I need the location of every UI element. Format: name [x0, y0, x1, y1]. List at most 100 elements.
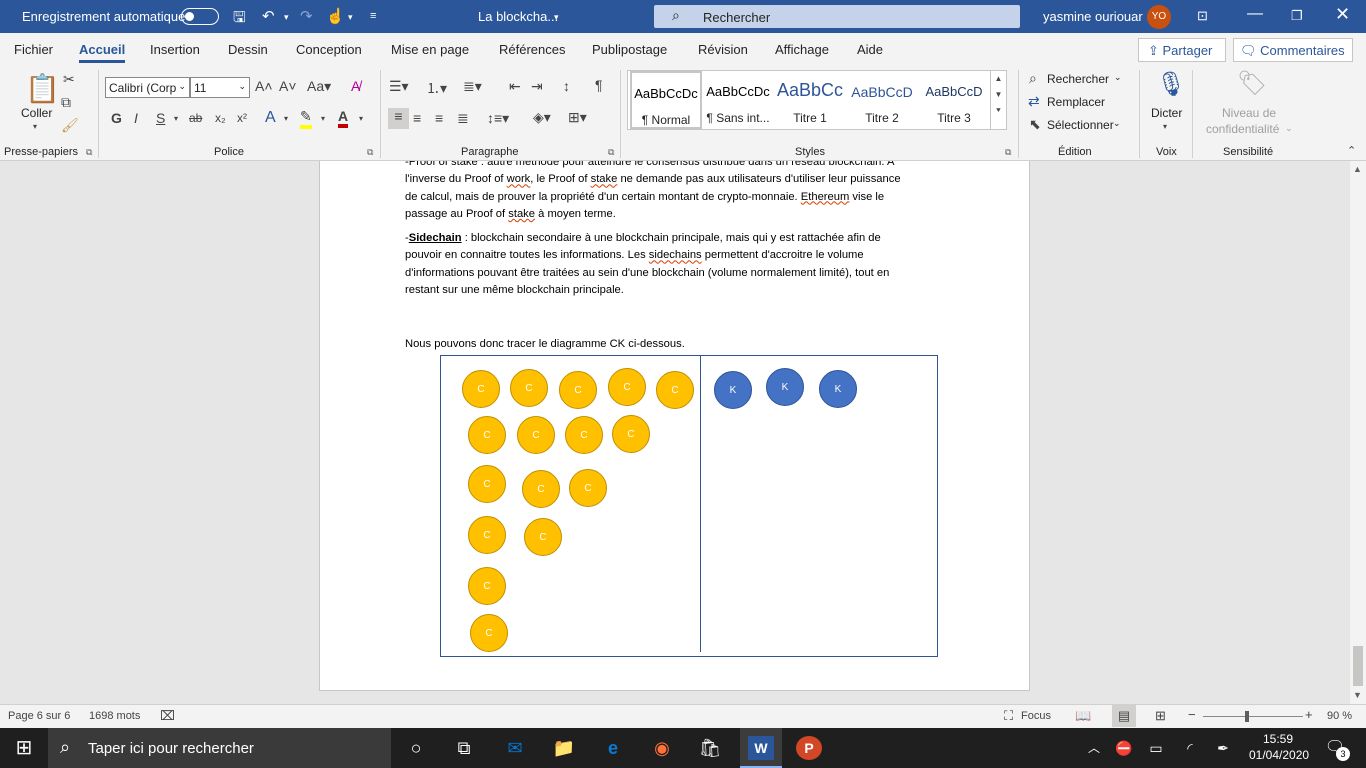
spelling-flag[interactable]: stake: [591, 173, 618, 185]
clipboard-launcher-icon[interactable]: ⧉: [86, 147, 92, 158]
font-size-combo[interactable]: 11 ⌄: [190, 77, 250, 98]
font-launcher-icon[interactable]: ⧉: [367, 147, 373, 158]
tab-conception[interactable]: Conception: [296, 42, 362, 57]
c-circle[interactable]: C: [468, 416, 506, 454]
underline-dropdown-icon[interactable]: ▾: [174, 114, 178, 123]
paragraph-proof-of-stake[interactable]: -Proof of stake : autre méthode pour att…: [405, 161, 945, 223]
c-circle[interactable]: C: [510, 369, 548, 407]
title-dropdown-icon[interactable]: ▾: [554, 12, 559, 23]
web-layout-icon[interactable]: ⊞: [1155, 708, 1166, 724]
focus-label[interactable]: Focus: [1021, 710, 1051, 722]
format-painter-icon[interactable]: 🖌: [61, 117, 79, 134]
wifi-icon[interactable]: ◜: [1177, 736, 1203, 760]
dictate-dropdown-icon[interactable]: ▾: [1163, 122, 1167, 131]
tray-chevron-icon[interactable]: ︿: [1081, 736, 1107, 760]
c-circle[interactable]: C: [569, 469, 607, 507]
microphone-icon[interactable]: 🎙: [1156, 70, 1186, 99]
close-icon[interactable]: ✕: [1335, 4, 1350, 25]
document-page[interactable]: -Proof of stake : autre méthode pour att…: [319, 161, 1030, 691]
spelling-flag[interactable]: sidechains: [649, 249, 702, 261]
italic-icon[interactable]: I: [134, 110, 138, 126]
undo-icon[interactable]: ↶: [262, 7, 275, 25]
document-canvas[interactable]: -Proof of stake : autre méthode pour att…: [0, 161, 1350, 704]
save-icon[interactable]: 🖫: [233, 7, 246, 32]
zoom-slider-thumb[interactable]: [1245, 711, 1249, 722]
page-indicator[interactable]: Page 6 sur 6: [8, 710, 70, 722]
align-center-icon[interactable]: ≡: [413, 110, 421, 126]
change-case-icon[interactable]: Aa▾: [307, 78, 331, 95]
style-heading1[interactable]: AaBbCc Titre 1: [774, 71, 846, 129]
paragraph-diagram-intro[interactable]: Nous pouvons donc tracer le diagramme CK…: [405, 336, 945, 353]
styles-scrollbar[interactable]: ▲ ▼ ⯆: [990, 71, 1006, 129]
c-circle[interactable]: C: [559, 371, 597, 409]
paragraph-sidechain[interactable]: -Sidechain : blockchain secondaire à une…: [405, 230, 945, 299]
tab-accueil[interactable]: Accueil: [79, 42, 126, 63]
zoom-level[interactable]: 90 %: [1327, 710, 1352, 722]
zoom-in-icon[interactable]: +: [1305, 707, 1313, 722]
tab-revision[interactable]: Révision: [698, 42, 748, 57]
font-color-icon[interactable]: A: [338, 108, 349, 128]
justify-icon[interactable]: ≣: [457, 110, 469, 127]
scroll-thumb[interactable]: [1353, 646, 1363, 686]
tab-insertion[interactable]: Insertion: [150, 42, 200, 57]
find-label[interactable]: Rechercher: [1047, 72, 1109, 86]
style-heading2[interactable]: AaBbCcD Titre 2: [846, 71, 918, 129]
multilevel-list-icon[interactable]: ≣▾: [463, 78, 482, 95]
align-left-icon[interactable]: ≡: [388, 108, 409, 129]
shrink-font-icon[interactable]: A˅: [279, 78, 297, 94]
system-clock[interactable]: 15:59 01/04/2020: [1249, 731, 1309, 763]
increase-indent-icon[interactable]: ⇥: [531, 78, 543, 95]
zoom-out-icon[interactable]: −: [1188, 707, 1196, 722]
paragraph-launcher-icon[interactable]: ⧉: [608, 147, 614, 158]
k-circle[interactable]: K: [766, 368, 804, 406]
spelling-flag[interactable]: Ethereum: [801, 191, 850, 203]
clear-formatting-icon[interactable]: A̸: [351, 78, 360, 94]
align-right-icon[interactable]: ≡: [435, 110, 443, 126]
shading-icon[interactable]: ◈▾: [533, 109, 551, 126]
user-name[interactable]: yasmine ouriouar: [1043, 9, 1143, 24]
decrease-indent-icon[interactable]: ⇤: [509, 78, 521, 95]
c-circle[interactable]: C: [656, 371, 694, 409]
battery-icon[interactable]: ▭: [1143, 736, 1169, 760]
edge-icon[interactable]: e: [600, 736, 626, 760]
spelling-flag[interactable]: work: [507, 173, 531, 185]
expand-gallery-icon[interactable]: ⯆: [991, 106, 1006, 116]
c-circle[interactable]: C: [468, 567, 506, 605]
ribbon-display-icon[interactable]: ⊡: [1197, 8, 1208, 24]
select-dropdown-icon[interactable]: ⌄: [1113, 118, 1121, 129]
touch-mode-icon[interactable]: ☝: [326, 7, 345, 25]
style-heading3[interactable]: AaBbCcD Titre 3: [918, 71, 990, 129]
word-count[interactable]: 1698 mots: [89, 710, 140, 722]
c-circle[interactable]: C: [517, 416, 555, 454]
k-circle[interactable]: K: [714, 371, 752, 409]
line-spacing-icon[interactable]: ↕≡▾: [487, 110, 509, 127]
share-button[interactable]: ⇪ Partager: [1138, 38, 1226, 62]
minimize-icon[interactable]: —: [1247, 5, 1263, 23]
comments-button[interactable]: 🗨 Commentaires: [1233, 38, 1353, 62]
tab-affichage[interactable]: Affichage: [775, 42, 829, 57]
sort-icon[interactable]: ↕: [563, 78, 570, 94]
copy-icon[interactable]: ⧉: [61, 94, 71, 111]
tab-aide[interactable]: Aide: [857, 42, 883, 57]
subscript-icon[interactable]: x₂: [215, 111, 226, 125]
firefox-icon[interactable]: ◉: [649, 736, 675, 760]
restore-icon[interactable]: ❐: [1291, 8, 1303, 24]
find-icon[interactable]: ⌕: [1029, 70, 1037, 87]
store-icon[interactable]: 🛍: [697, 736, 723, 760]
scroll-up-icon[interactable]: ▲: [991, 74, 1006, 83]
text-effects-dropdown-icon[interactable]: ▾: [284, 114, 288, 123]
strikethrough-icon[interactable]: ab: [189, 111, 202, 125]
paste-dropdown-icon[interactable]: ▾: [33, 122, 37, 131]
show-formatting-icon[interactable]: ¶: [595, 77, 603, 93]
borders-icon[interactable]: ⊞▾: [568, 109, 587, 126]
autosave-toggle[interactable]: [181, 8, 219, 25]
collapse-ribbon-icon[interactable]: ⌃: [1347, 144, 1356, 157]
file-explorer-icon[interactable]: 📁: [551, 736, 577, 760]
text-effects-icon[interactable]: A: [265, 109, 276, 127]
underline-icon[interactable]: S: [156, 110, 165, 126]
numbering-icon[interactable]: ⒈▾: [426, 78, 447, 98]
document-title[interactable]: La blockcha...: [478, 9, 558, 24]
touch-dropdown-icon[interactable]: ▾: [348, 12, 353, 23]
superscript-icon[interactable]: x²: [237, 111, 247, 125]
grow-font-icon[interactable]: A˄: [255, 78, 273, 94]
